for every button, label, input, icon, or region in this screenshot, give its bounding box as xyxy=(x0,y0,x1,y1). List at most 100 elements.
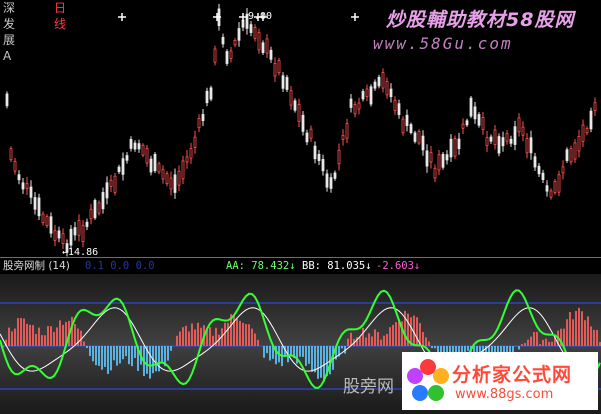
histogram-bar xyxy=(185,325,187,346)
indicator-diff-value: -2.603↓ xyxy=(376,260,421,272)
histogram-bar xyxy=(11,331,13,346)
histogram-bar xyxy=(74,324,76,346)
histogram-bar xyxy=(359,337,361,346)
histogram-bar xyxy=(71,316,73,346)
watermark-title: 炒股輔助教材58股网 xyxy=(386,9,575,31)
histogram-bar xyxy=(167,346,169,361)
histogram-bar xyxy=(374,329,376,346)
histogram-bar xyxy=(368,333,370,346)
histogram-bar xyxy=(299,346,301,357)
histogram-bar xyxy=(194,329,196,346)
histogram-bar xyxy=(98,346,100,366)
watermark-url: www.58Gu.com xyxy=(373,34,513,53)
histogram-bar xyxy=(23,318,25,346)
histogram-bar xyxy=(83,341,85,346)
histogram-bar xyxy=(125,346,127,357)
histogram-bar xyxy=(20,317,22,346)
histogram-bar xyxy=(254,333,256,346)
histogram-bar xyxy=(524,343,526,346)
histogram-bar xyxy=(431,346,433,349)
histogram-bar xyxy=(572,319,574,346)
period-label[interactable]: 日线 xyxy=(54,0,66,32)
histogram-bar xyxy=(536,331,538,346)
histogram-bar xyxy=(248,324,250,346)
indicator-aa-value: AA: 78.432↓ xyxy=(226,260,296,272)
histogram-bar xyxy=(542,339,544,346)
histogram-bar xyxy=(113,346,115,361)
histogram-bar xyxy=(170,346,172,351)
indicator-name[interactable]: 股旁网制 (14) xyxy=(3,259,70,273)
histogram-bar xyxy=(101,346,103,370)
histogram-bar xyxy=(197,322,199,346)
histogram-bar xyxy=(371,336,373,346)
histogram-bar xyxy=(320,346,322,378)
histogram-bar xyxy=(362,327,364,346)
histogram-bar xyxy=(341,346,343,349)
histogram-bar xyxy=(425,337,427,346)
histogram-bar xyxy=(245,324,247,346)
histogram-bar xyxy=(176,335,178,346)
histogram-bar xyxy=(107,346,109,374)
histogram-bar xyxy=(17,318,19,346)
histogram-bar xyxy=(386,333,388,346)
histogram-bar xyxy=(269,346,271,361)
histogram-bar xyxy=(134,346,136,358)
histogram-bar xyxy=(392,324,394,346)
histogram-bar xyxy=(29,324,31,346)
logo-url[interactable]: www.88gs.com xyxy=(455,387,553,402)
histogram-bar xyxy=(242,322,244,346)
histogram-bar xyxy=(38,327,40,346)
histogram-bar xyxy=(89,346,91,356)
histogram-bar xyxy=(308,346,310,364)
histogram-bar xyxy=(263,346,265,358)
histogram-bar xyxy=(53,332,55,346)
histogram-bar xyxy=(551,341,553,346)
histogram-bar xyxy=(428,341,430,346)
histogram-bar xyxy=(236,318,238,346)
histogram-bar xyxy=(227,322,229,346)
histogram-bar xyxy=(590,326,592,346)
histogram-bar xyxy=(191,323,193,346)
histogram-bar xyxy=(161,346,163,362)
histogram-bar xyxy=(578,307,580,346)
histogram-bar xyxy=(59,320,61,346)
histogram-bar xyxy=(8,327,10,346)
histogram-bar xyxy=(251,328,253,346)
histogram-bar xyxy=(86,346,88,349)
histogram-bar xyxy=(377,332,379,346)
histogram-bar xyxy=(41,335,43,346)
histogram-bar xyxy=(548,341,550,346)
histogram-bar xyxy=(311,346,313,372)
histogram-bar xyxy=(26,323,28,346)
histogram-bar xyxy=(416,317,418,346)
histogram-bar xyxy=(521,344,523,346)
histogram-bar xyxy=(179,331,181,346)
histogram-bar xyxy=(50,326,52,346)
histogram-bar xyxy=(239,320,241,346)
histogram-bar xyxy=(596,329,598,346)
histogram-bar xyxy=(545,338,547,346)
histogram-bar xyxy=(104,346,106,367)
histogram-bar xyxy=(395,322,397,346)
high-price-label: 9.00 xyxy=(248,11,273,22)
stock-name-label: 深发展A xyxy=(3,1,16,63)
histogram-bar xyxy=(383,335,385,346)
panel-divider[interactable] xyxy=(0,257,601,258)
histogram-bar xyxy=(14,328,16,346)
histogram-bar xyxy=(257,339,259,346)
histogram-bar xyxy=(149,346,151,379)
histogram-bar xyxy=(380,339,382,346)
histogram-bar xyxy=(566,319,568,346)
histogram-bar xyxy=(317,346,319,379)
histogram-bar xyxy=(155,346,157,372)
histogram-bar xyxy=(533,332,535,346)
histogram-bar xyxy=(62,324,64,346)
histogram-bar xyxy=(122,346,124,360)
indicator-blurred-values: 0.1 0.0 0.0 xyxy=(85,260,155,272)
histogram-bar xyxy=(581,311,583,346)
histogram-bar xyxy=(110,346,112,371)
histogram-bar xyxy=(593,329,595,346)
histogram-bar xyxy=(158,346,160,372)
ghost-watermark-text: 股旁网 xyxy=(343,377,394,397)
histogram-bar xyxy=(434,346,436,349)
